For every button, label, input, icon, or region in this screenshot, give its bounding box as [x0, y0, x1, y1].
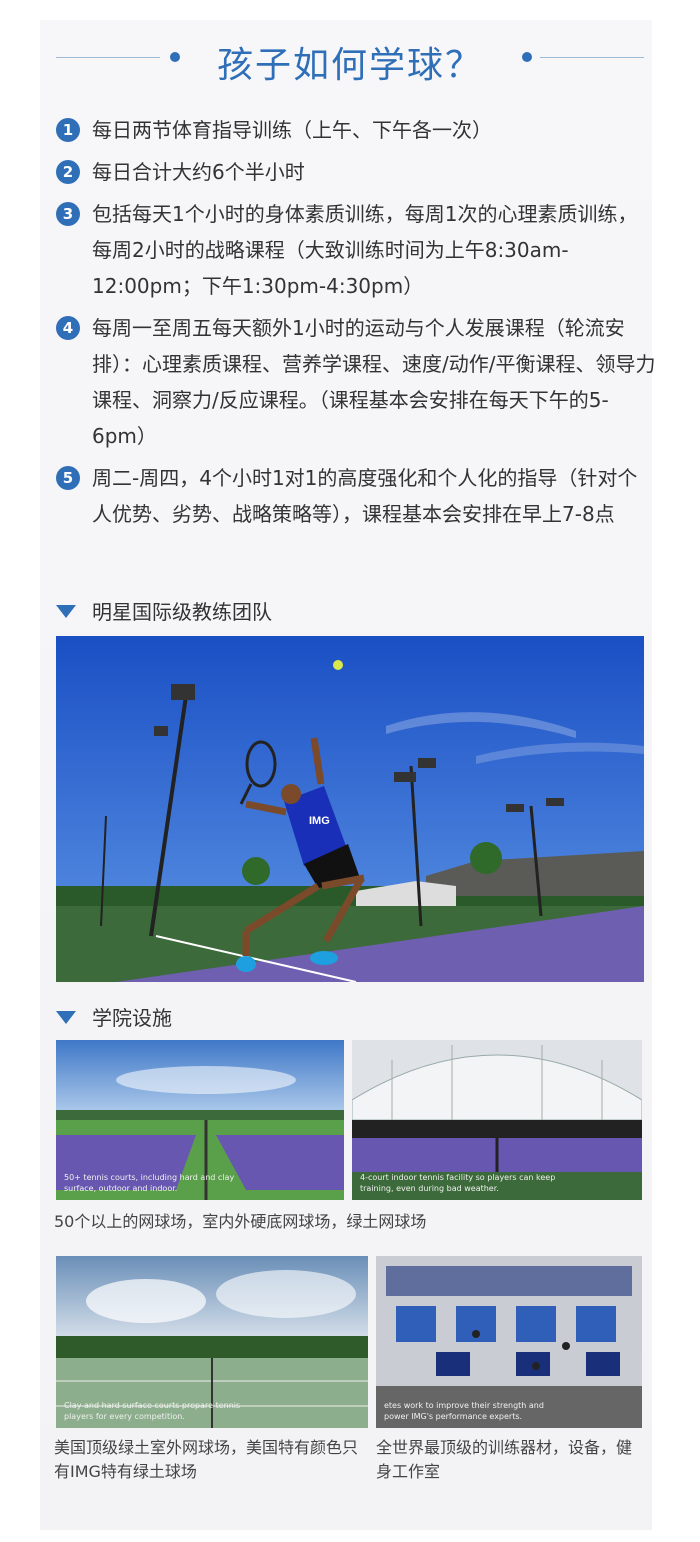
- tennis-serve-image: IMG: [56, 636, 644, 982]
- clay-caption: 美国顶级绿土室外网球场，美国特有颜色只有IMG特有绿土球场: [54, 1438, 359, 1481]
- triangle-icon: [56, 605, 76, 618]
- triangle-icon: [56, 1011, 76, 1024]
- title-dot-right: [522, 52, 532, 62]
- gym-caption: 全世界最顶级的训练器材，设备，健身工作室: [376, 1438, 633, 1481]
- item-text: 每日合计大约6个半小时: [92, 160, 305, 184]
- coach-section-heading: 明星国际级教练团队: [56, 596, 272, 625]
- page-title: 孩子如何学球？: [216, 45, 483, 86]
- gym-photo: etes work to improve their strength and …: [376, 1256, 642, 1428]
- clay-courts-photo: Clay and hard surface courts prepare ten…: [56, 1256, 368, 1428]
- photo-overlay-text: etes work to improve their strength and …: [384, 1401, 544, 1421]
- item-text: 周二-周四，4个小时1对1的高度强化和个人化的指导（针对个人优势、劣势、战略策略…: [92, 466, 638, 526]
- outdoor-courts-photo: 50+ tennis courts, including hard and cl…: [56, 1040, 344, 1200]
- photo-overlay-text: Clay and hard surface courts prepare ten…: [64, 1401, 241, 1421]
- item-text: 包括每天1个小时的身体素质训练，每周1次的心理素质训练，每周2小时的战略课程（大…: [92, 202, 638, 298]
- shirt-logo: IMG: [309, 815, 330, 827]
- number-badge: 1: [56, 118, 80, 142]
- section-label: 学院设施: [92, 1006, 172, 1030]
- number-badge: 5: [56, 466, 80, 490]
- item-text: 每周一至周五每天额外1小时的运动与个人发展课程（轮流安排）：心理素质课程、营养学…: [92, 316, 656, 448]
- list-item: 2 每日合计大约6个半小时: [56, 154, 656, 190]
- coach-photo: IMG: [56, 636, 644, 982]
- indoor-courts-photo: 4-court indoor tennis facility so player…: [352, 1040, 642, 1200]
- facility-section-heading: 学院设施: [56, 1002, 172, 1031]
- item-text: 每日两节体育指导训练（上午、下午各一次）: [92, 118, 492, 142]
- number-badge: 3: [56, 202, 80, 226]
- title-row: 孩子如何学球？: [0, 28, 700, 88]
- training-list: 1 每日两节体育指导训练（上午、下午各一次） 2 每日合计大约6个半小时 3 包括每天…: [56, 112, 656, 538]
- list-item: 3 包括每天1个小时的身体素质训练，每周1次的心理素质训练，每周2小时的战略课程（…: [56, 196, 656, 304]
- section-label: 明星国际级教练团队: [92, 600, 272, 624]
- list-item: 1 每日两节体育指导训练（上午、下午各一次）: [56, 112, 656, 148]
- list-item: 4 每周一至周五每天额外1小时的运动与个人发展课程（轮流安排）：心理素质课程、营养…: [56, 310, 656, 454]
- title-line-right: [540, 57, 644, 58]
- photo-overlay-text: 50+ tennis courts, including hard and cl…: [64, 1173, 235, 1193]
- number-badge: 2: [56, 160, 80, 184]
- list-item: 5 周二-周四，4个小时1对1的高度强化和个人化的指导（针对个人优势、劣势、战略策…: [56, 460, 656, 532]
- number-badge: 4: [56, 316, 80, 340]
- facility-caption: 50个以上的网球场，室内外硬底网球场，绿土网球场: [54, 1212, 427, 1231]
- photo-overlay-text: 4-court indoor tennis facility so player…: [360, 1173, 556, 1193]
